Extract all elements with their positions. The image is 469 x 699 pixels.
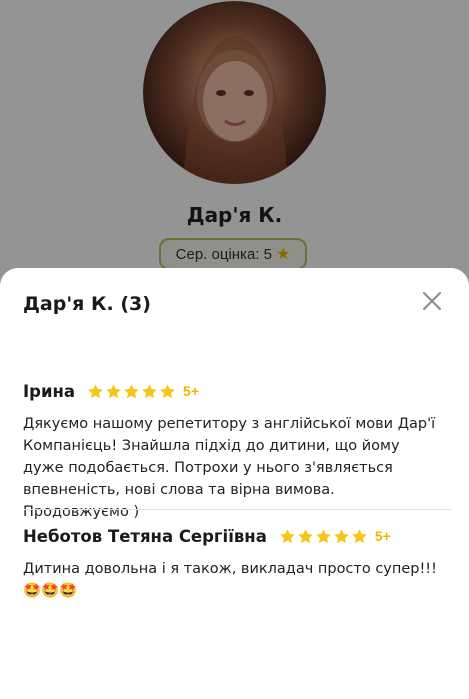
- review-text: Дитина довольна і я також, викладач прос…: [23, 561, 437, 599]
- star-icon: [142, 383, 157, 398]
- reviewer-name: Ірина: [23, 381, 76, 401]
- star-icon: [334, 528, 349, 543]
- review-item: Неботов Тетяна Сергіївна 5+ Дитина довол…: [23, 524, 443, 602]
- star-icon: [280, 528, 295, 543]
- star-rating: [87, 383, 176, 400]
- close-icon: [423, 292, 441, 310]
- star-icon: [106, 383, 121, 398]
- star-icon: [298, 528, 313, 543]
- divider: [23, 509, 452, 510]
- star-icon: [352, 528, 367, 543]
- review-text: Дякуємо нашому репетитору з англійської …: [23, 416, 436, 520]
- close-button[interactable]: [419, 288, 445, 314]
- star-icon: [160, 383, 175, 398]
- sheet-title: Дар'я К. (3): [23, 293, 151, 315]
- reviewer-name: Неботов Тетяна Сергіївна: [23, 526, 267, 546]
- star-rating: [279, 528, 368, 545]
- star-icon: [316, 528, 331, 543]
- review-item: Ірина 5+ Дякуємо нашому репетитору з анг…: [23, 379, 443, 523]
- grade-badge: 5+: [183, 383, 200, 399]
- grade-badge: 5+: [374, 528, 391, 544]
- reviews-sheet: Дар'я К. (3) Ірина 5+ Дякуємо нашому реп…: [0, 268, 469, 699]
- star-icon: [124, 383, 139, 398]
- star-icon: [88, 383, 103, 398]
